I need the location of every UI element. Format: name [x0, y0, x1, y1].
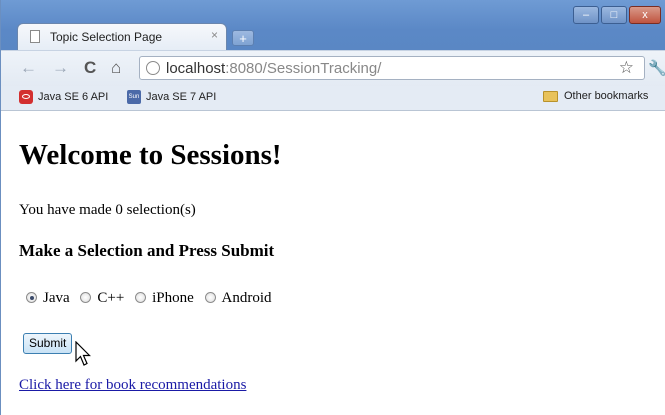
reload-icon[interactable]: C [84, 58, 96, 78]
radio-android[interactable] [204, 292, 216, 303]
selection-subheading: Make a Selection and Press Submit [19, 241, 275, 260]
back-arrow-icon[interactable]: ← [20, 58, 37, 78]
bookmarks-bar: Java SE 6 API Sun Java SE 7 API Other boo… [0, 86, 665, 111]
topic-radio-group: Java C++ iPhone Android [26, 290, 279, 307]
browser-tab[interactable]: Topic Selection Page × [17, 23, 227, 50]
forward-arrow-icon[interactable]: → [52, 58, 69, 78]
mouse-pointer-icon [75, 341, 91, 366]
wrench-icon[interactable]: 🔧 [648, 59, 665, 77]
radio-label-cpp: C++ [97, 290, 125, 306]
globe-icon [146, 61, 160, 75]
navigation-toolbar: ← → C ⌂ localhost:8080/SessionTracking/ … [0, 50, 665, 87]
maximize-button[interactable]: □ [601, 6, 627, 24]
browser-window: Topic Selection Page × + – □ x ← → C ⌂ l… [0, 0, 665, 415]
close-window-button[interactable]: x [629, 6, 661, 24]
selection-count: You have made 0 selection(s) [19, 202, 196, 218]
address-bar[interactable]: localhost:8080/SessionTracking/ ☆ [139, 56, 645, 80]
java-se7-icon: Sun [127, 90, 141, 104]
radio-label-java: Java [43, 290, 70, 306]
window-controls: – □ x [573, 6, 663, 26]
bookmark-java-se6[interactable]: Java SE 6 API [19, 90, 108, 104]
url-path: :8080/SessionTracking/ [225, 60, 382, 77]
minimize-button[interactable]: – [573, 6, 599, 24]
bookmark-java-se7[interactable]: Sun Java SE 7 API [127, 90, 216, 104]
new-tab-button[interactable]: + [232, 30, 254, 46]
url-host: localhost [166, 60, 226, 77]
bookmark-label: Java SE 7 API [146, 90, 217, 103]
title-bar: Topic Selection Page × + – □ x [0, 0, 665, 50]
radio-label-iphone: iPhone [152, 290, 194, 306]
page-content: Welcome to Sessions! You have made 0 sel… [0, 111, 665, 415]
radio-label-android: Android [221, 290, 272, 306]
home-icon[interactable]: ⌂ [111, 58, 121, 78]
submit-button[interactable]: Submit [23, 333, 73, 354]
radio-cpp[interactable] [80, 292, 92, 303]
folder-icon [543, 90, 558, 102]
tab-title: Topic Selection Page [50, 30, 163, 44]
other-bookmarks-label: Other bookmarks [564, 90, 649, 102]
other-bookmarks[interactable]: Other bookmarks [543, 90, 648, 102]
page-icon [30, 30, 40, 43]
url-text[interactable]: localhost:8080/SessionTracking/ [166, 60, 381, 77]
book-recommendations-link[interactable]: Click here for book recommendations [19, 377, 246, 394]
radio-java[interactable] [26, 292, 37, 303]
bookmark-label: Java SE 6 API [38, 90, 109, 103]
bookmark-star-icon[interactable]: ☆ [619, 58, 634, 78]
java-se6-icon [19, 90, 33, 104]
page-heading: Welcome to Sessions! [19, 139, 282, 171]
tab-close-icon[interactable]: × [211, 28, 218, 42]
radio-iphone[interactable] [135, 292, 147, 303]
